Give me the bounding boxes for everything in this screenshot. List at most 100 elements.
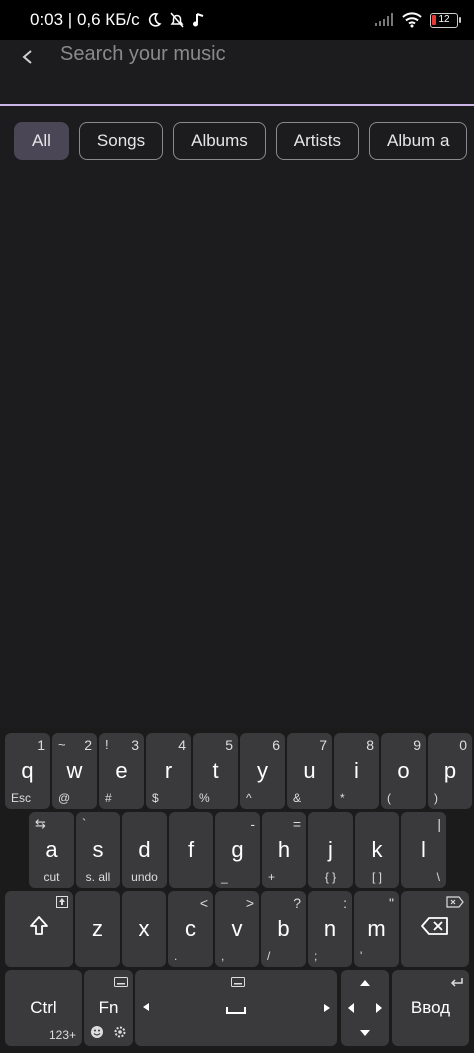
key-label: i	[354, 758, 359, 783]
key-hint: <	[199, 895, 208, 911]
key-hint-left: !	[105, 737, 109, 752]
arrow-keys[interactable]	[341, 970, 389, 1046]
key-sub: &	[293, 791, 302, 805]
chip-album-artists[interactable]: Album a	[369, 122, 468, 160]
chip-label: All	[32, 131, 51, 150]
key-hint: "	[389, 895, 394, 911]
key-hint: 7	[319, 737, 327, 753]
key-f[interactable]: f	[169, 812, 213, 888]
cursor-right-icon	[322, 1000, 332, 1016]
onscreen-keyboard: 1 q Esc ~ 2 w @ ! 3 e # 4 r $ 5 t % 6 y …	[0, 728, 474, 1053]
key-label: u	[303, 758, 316, 783]
key-a[interactable]: ⇆ a cut	[29, 812, 74, 888]
key-sub: ,	[221, 949, 225, 963]
shift-icon	[5, 915, 73, 943]
key-sub: %	[199, 791, 210, 805]
enter-key[interactable]: Ввод	[392, 970, 469, 1046]
key-sub: $	[152, 791, 159, 805]
key-hint: 2	[84, 737, 92, 753]
status-right: 12	[374, 12, 461, 28]
key-sub: Esc	[11, 791, 32, 805]
key-g[interactable]: - g _	[215, 812, 260, 888]
key-h[interactable]: = h +	[262, 812, 306, 888]
key-label: d	[138, 837, 151, 862]
key-hint: 6	[272, 737, 280, 753]
key-q[interactable]: 1 q Esc	[5, 733, 50, 809]
key-v[interactable]: > v ,	[215, 891, 259, 967]
key-k[interactable]: k [ ]	[355, 812, 399, 888]
key-sub: @	[58, 791, 71, 805]
key-label: v	[231, 916, 243, 941]
fn-key[interactable]: Fn	[84, 970, 133, 1046]
key-label: c	[185, 916, 196, 941]
key-r[interactable]: 4 r $	[146, 733, 191, 809]
search-input[interactable]	[60, 42, 420, 66]
filter-chips: All Songs Albums Artists Album a	[14, 122, 468, 160]
key-hint: =	[292, 816, 301, 832]
key-sub: *	[340, 791, 345, 805]
wifi-icon	[402, 12, 422, 28]
key-label: a	[45, 837, 58, 862]
key-b[interactable]: ? b /	[261, 891, 306, 967]
chip-artists[interactable]: Artists	[275, 122, 360, 160]
return-icon	[450, 974, 464, 990]
key-u[interactable]: 7 u &	[287, 733, 332, 809]
ctrl-key[interactable]: Ctrl 123+	[5, 970, 82, 1046]
key-label: y	[257, 758, 268, 783]
key-label: e	[115, 758, 128, 783]
battery-level: 12	[438, 13, 450, 25]
key-l[interactable]: | l \	[401, 812, 446, 888]
key-o[interactable]: 9 o (	[381, 733, 426, 809]
key-sub: ^	[246, 791, 252, 805]
back-arrow-icon[interactable]	[16, 45, 40, 69]
key-label: m	[367, 916, 386, 941]
shift-key[interactable]	[5, 891, 73, 967]
key-hint: :	[343, 895, 347, 911]
key-sub: ;	[314, 949, 318, 963]
search-bar	[0, 40, 474, 106]
key-label: k	[371, 837, 383, 862]
key-p[interactable]: 0 p )	[428, 733, 472, 809]
key-label: g	[231, 837, 244, 862]
delete-forward-icon	[446, 895, 464, 911]
key-m[interactable]: " m '	[354, 891, 399, 967]
key-hint: 3	[131, 737, 139, 753]
key-w[interactable]: ~ 2 w @	[52, 733, 97, 809]
arrows-icon	[348, 980, 382, 1036]
key-s[interactable]: ` s s. all	[76, 812, 120, 888]
key-y[interactable]: 6 y ^	[240, 733, 285, 809]
backspace-key[interactable]	[401, 891, 469, 967]
moon-icon	[148, 13, 162, 27]
chip-label: Songs	[96, 131, 146, 150]
key-t[interactable]: 5 t %	[193, 733, 238, 809]
key-z[interactable]: z	[75, 891, 120, 967]
chip-albums[interactable]: Albums	[173, 122, 266, 160]
key-hint: 1	[37, 737, 45, 753]
key-i[interactable]: 8 i *	[334, 733, 379, 809]
spacebar-key[interactable]	[135, 970, 337, 1046]
signal-icon	[375, 13, 393, 26]
backspace-icon	[401, 916, 469, 942]
chip-songs[interactable]: Songs	[78, 122, 164, 160]
key-hint: -	[250, 816, 255, 832]
key-sub: /	[267, 949, 271, 963]
key-sub: .	[174, 949, 178, 963]
key-hint: 8	[366, 737, 374, 753]
chip-all[interactable]: All	[14, 122, 69, 160]
key-d[interactable]: d undo	[122, 812, 167, 888]
key-sub: #	[105, 791, 112, 805]
key-sub: _	[221, 870, 228, 884]
key-sub: )	[434, 791, 438, 805]
key-j[interactable]: j { }	[308, 812, 353, 888]
key-label: q	[21, 758, 34, 783]
key-e[interactable]: ! 3 e #	[99, 733, 144, 809]
caps-lock-icon	[56, 895, 68, 911]
key-sub: 123+	[48, 1028, 76, 1042]
key-c[interactable]: < c .	[168, 891, 213, 967]
key-n[interactable]: : n ;	[308, 891, 352, 967]
key-x[interactable]: x	[122, 891, 166, 967]
settings-icon	[113, 1025, 127, 1042]
key-label: l	[421, 837, 426, 862]
key-sub: +	[268, 870, 276, 884]
status-time-speed: 0:03 | 0,6 КБ/с	[30, 10, 140, 29]
